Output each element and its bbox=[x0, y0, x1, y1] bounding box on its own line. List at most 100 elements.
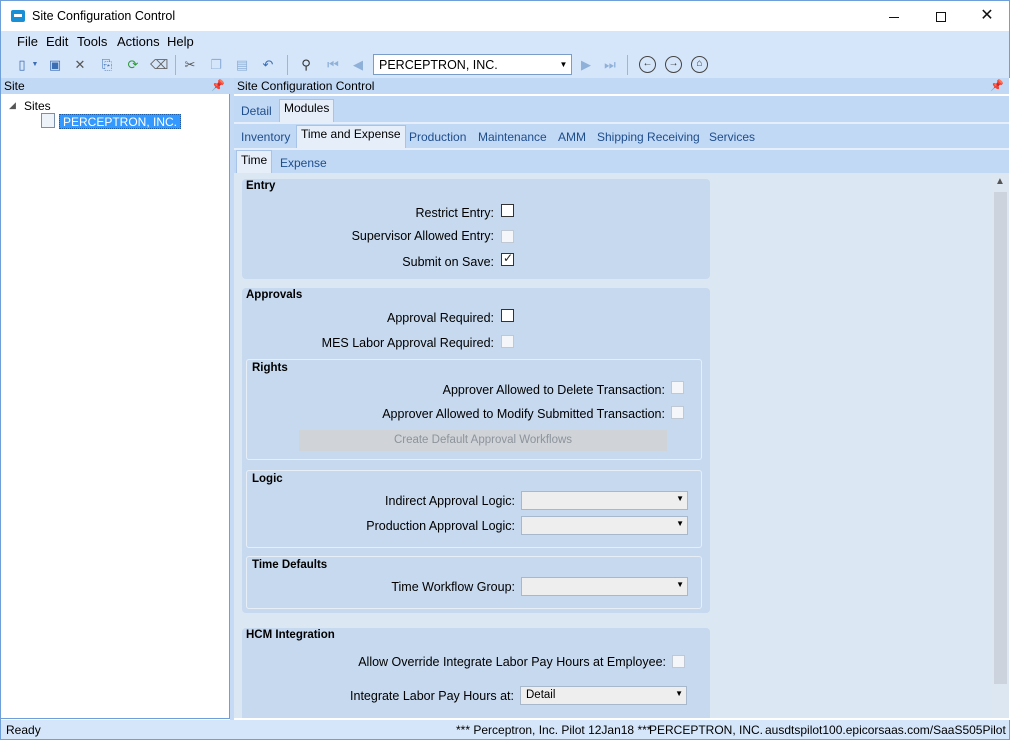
menu-actions[interactable]: Actions bbox=[117, 34, 160, 49]
close-icon: ✕ bbox=[980, 7, 994, 24]
integrate-at-label: Integrate Labor Pay Hours at: bbox=[350, 689, 514, 703]
close-button[interactable]: ✕ bbox=[964, 1, 1010, 31]
tab-time-and-expense[interactable]: Time and Expense bbox=[296, 125, 406, 148]
restrict-entry-checkbox[interactable] bbox=[501, 204, 514, 217]
allow-override-checkbox[interactable] bbox=[672, 655, 685, 668]
copy-icon[interactable]: ❐ bbox=[207, 56, 225, 74]
time-workflow-group-label: Time Workflow Group: bbox=[391, 580, 515, 594]
allow-override-label: Allow Override Integrate Labor Pay Hours… bbox=[358, 655, 666, 669]
tab-maintenance[interactable]: Maintenance bbox=[478, 130, 547, 144]
tab-services[interactable]: Services bbox=[709, 130, 755, 144]
approvals-group: Approvals Approval Required: MES Labor A… bbox=[242, 288, 710, 613]
new-icon[interactable]: ▯ bbox=[13, 56, 31, 74]
time-defaults-title: Time Defaults bbox=[252, 559, 328, 571]
toolbar: ▯ ▼ ▣ ✕ ⎘ ⟳ ⌫ ✂ ❐ ▤ ↶ ⚲ ⏮ ◀ PERCEPTRON, … bbox=[0, 52, 1010, 78]
menu-tools[interactable]: Tools bbox=[77, 34, 107, 49]
next-record-icon[interactable]: ▶ bbox=[577, 56, 595, 74]
rights-group: Rights Approver Allowed to Delete Transa… bbox=[246, 359, 702, 460]
minimize-button[interactable] bbox=[871, 1, 917, 31]
tree-root-sites[interactable]: Sites bbox=[24, 99, 51, 113]
approval-required-checkbox[interactable] bbox=[501, 309, 514, 322]
delete-icon[interactable]: ✕ bbox=[71, 56, 89, 74]
mes-labor-approval-checkbox[interactable] bbox=[501, 335, 514, 348]
entry-group-title: Entry bbox=[246, 180, 276, 192]
collapse-icon[interactable]: ◢ bbox=[9, 100, 16, 111]
sub-tab-row: Time Expense bbox=[234, 150, 1009, 173]
maximize-button[interactable] bbox=[918, 1, 964, 31]
attach-icon[interactable]: ⎘ bbox=[98, 56, 116, 74]
rights-group-title: Rights bbox=[252, 362, 288, 374]
time-workflow-group-select[interactable]: ▼ bbox=[521, 577, 688, 596]
tab-production[interactable]: Production bbox=[409, 130, 466, 144]
site-node-icon bbox=[41, 113, 55, 128]
previous-record-icon[interactable]: ◀ bbox=[349, 56, 367, 74]
company-selector-value: PERCEPTRON, INC. bbox=[379, 58, 498, 72]
approvals-group-title: Approvals bbox=[246, 289, 303, 301]
app-icon bbox=[11, 10, 25, 22]
tab-detail[interactable]: Detail bbox=[241, 104, 272, 118]
status-bar: Ready *** Perceptron, Inc. Pilot 12Jan18… bbox=[0, 720, 1010, 740]
cut-icon[interactable]: ✂ bbox=[181, 56, 199, 74]
logic-group: Logic Indirect Approval Logic: ▼ Product… bbox=[246, 470, 702, 548]
last-record-icon[interactable]: ⏭ bbox=[601, 56, 619, 74]
supervisor-allowed-checkbox[interactable] bbox=[501, 230, 514, 243]
indirect-logic-label: Indirect Approval Logic: bbox=[385, 494, 515, 508]
entry-group: Entry Restrict Entry: Supervisor Allowed… bbox=[242, 179, 710, 279]
mes-labor-approval-label: MES Labor Approval Required: bbox=[321, 336, 494, 350]
submit-on-save-checkbox[interactable]: ✓ bbox=[501, 251, 514, 266]
integrate-at-select[interactable]: Detail ▼ bbox=[520, 686, 687, 705]
tab-modules[interactable]: Modules bbox=[279, 99, 335, 122]
chevron-down-icon: ▼ bbox=[559, 60, 568, 69]
create-default-workflows-button[interactable]: Create Default Approval Workflows bbox=[299, 430, 667, 451]
tab-expense[interactable]: Expense bbox=[280, 156, 327, 170]
top-tab-row: Detail Modules bbox=[234, 96, 1009, 122]
back-icon[interactable]: ← bbox=[639, 56, 656, 73]
hcm-group-title: HCM Integration bbox=[246, 629, 335, 641]
first-record-icon[interactable]: ⏮ bbox=[324, 56, 342, 74]
save-icon[interactable]: ▣ bbox=[46, 56, 64, 74]
pin-icon[interactable]: 📌 bbox=[211, 78, 225, 94]
status-pilot: *** Perceptron, Inc. Pilot 12Jan18 *** bbox=[456, 723, 652, 737]
status-ready: Ready bbox=[6, 723, 41, 737]
window-title: Site Configuration Control bbox=[32, 9, 176, 23]
chevron-down-icon: ▼ bbox=[675, 689, 683, 698]
approver-modify-checkbox[interactable] bbox=[671, 406, 684, 419]
chevron-down-icon: ▼ bbox=[676, 519, 684, 528]
title-bar: Site Configuration Control ✕ bbox=[0, 0, 1010, 31]
scrollbar-thumb[interactable] bbox=[994, 192, 1007, 684]
tree-node-perceptron[interactable]: PERCEPTRON, INC. bbox=[59, 114, 182, 129]
approval-required-label: Approval Required: bbox=[386, 311, 494, 325]
clear-icon[interactable]: ⌫ bbox=[150, 56, 168, 74]
refresh-icon[interactable]: ⟳ bbox=[124, 56, 142, 74]
maximize-icon bbox=[936, 12, 946, 23]
paste-icon[interactable]: ▤ bbox=[233, 56, 251, 74]
site-panel-title: Site bbox=[4, 79, 25, 93]
menu-bar: File Edit Tools Actions Help bbox=[0, 31, 1010, 52]
indirect-logic-select[interactable]: ▼ bbox=[521, 491, 688, 510]
menu-edit[interactable]: Edit bbox=[46, 34, 68, 49]
minimize-icon bbox=[889, 16, 899, 18]
tab-shipping-receiving[interactable]: Shipping Receiving bbox=[597, 130, 700, 144]
site-tree-panel: Site 📌 ◢ Sites PERCEPTRON, INC. bbox=[0, 78, 230, 720]
company-selector[interactable]: PERCEPTRON, INC. ▼ bbox=[373, 54, 572, 75]
tab-inventory[interactable]: Inventory bbox=[241, 130, 290, 144]
scroll-up-icon[interactable]: ▲ bbox=[995, 176, 1005, 187]
undo-icon[interactable]: ↶ bbox=[259, 56, 277, 74]
checkmark-icon: ✓ bbox=[503, 251, 514, 265]
integrate-at-value: Detail bbox=[526, 689, 556, 701]
tab-time[interactable]: Time bbox=[236, 150, 273, 173]
production-logic-select[interactable]: ▼ bbox=[521, 516, 688, 535]
menu-help[interactable]: Help bbox=[167, 34, 194, 49]
logic-group-title: Logic bbox=[252, 473, 283, 485]
approver-modify-label: Approver Allowed to Modify Submitted Tra… bbox=[382, 407, 665, 421]
approver-delete-checkbox[interactable] bbox=[671, 381, 684, 394]
vertical-scrollbar[interactable]: ▲ bbox=[992, 173, 1009, 718]
forward-icon[interactable]: → bbox=[665, 56, 682, 73]
home-icon[interactable]: ⌂ bbox=[691, 56, 708, 73]
menu-file[interactable]: File bbox=[17, 34, 38, 49]
site-tree: ◢ Sites PERCEPTRON, INC. bbox=[1, 94, 230, 719]
new-dropdown-icon[interactable]: ▼ bbox=[30, 56, 40, 74]
tab-amm[interactable]: AMM bbox=[558, 130, 586, 144]
search-icon[interactable]: ⚲ bbox=[297, 56, 315, 74]
pin-icon[interactable]: 📌 bbox=[990, 78, 1004, 94]
